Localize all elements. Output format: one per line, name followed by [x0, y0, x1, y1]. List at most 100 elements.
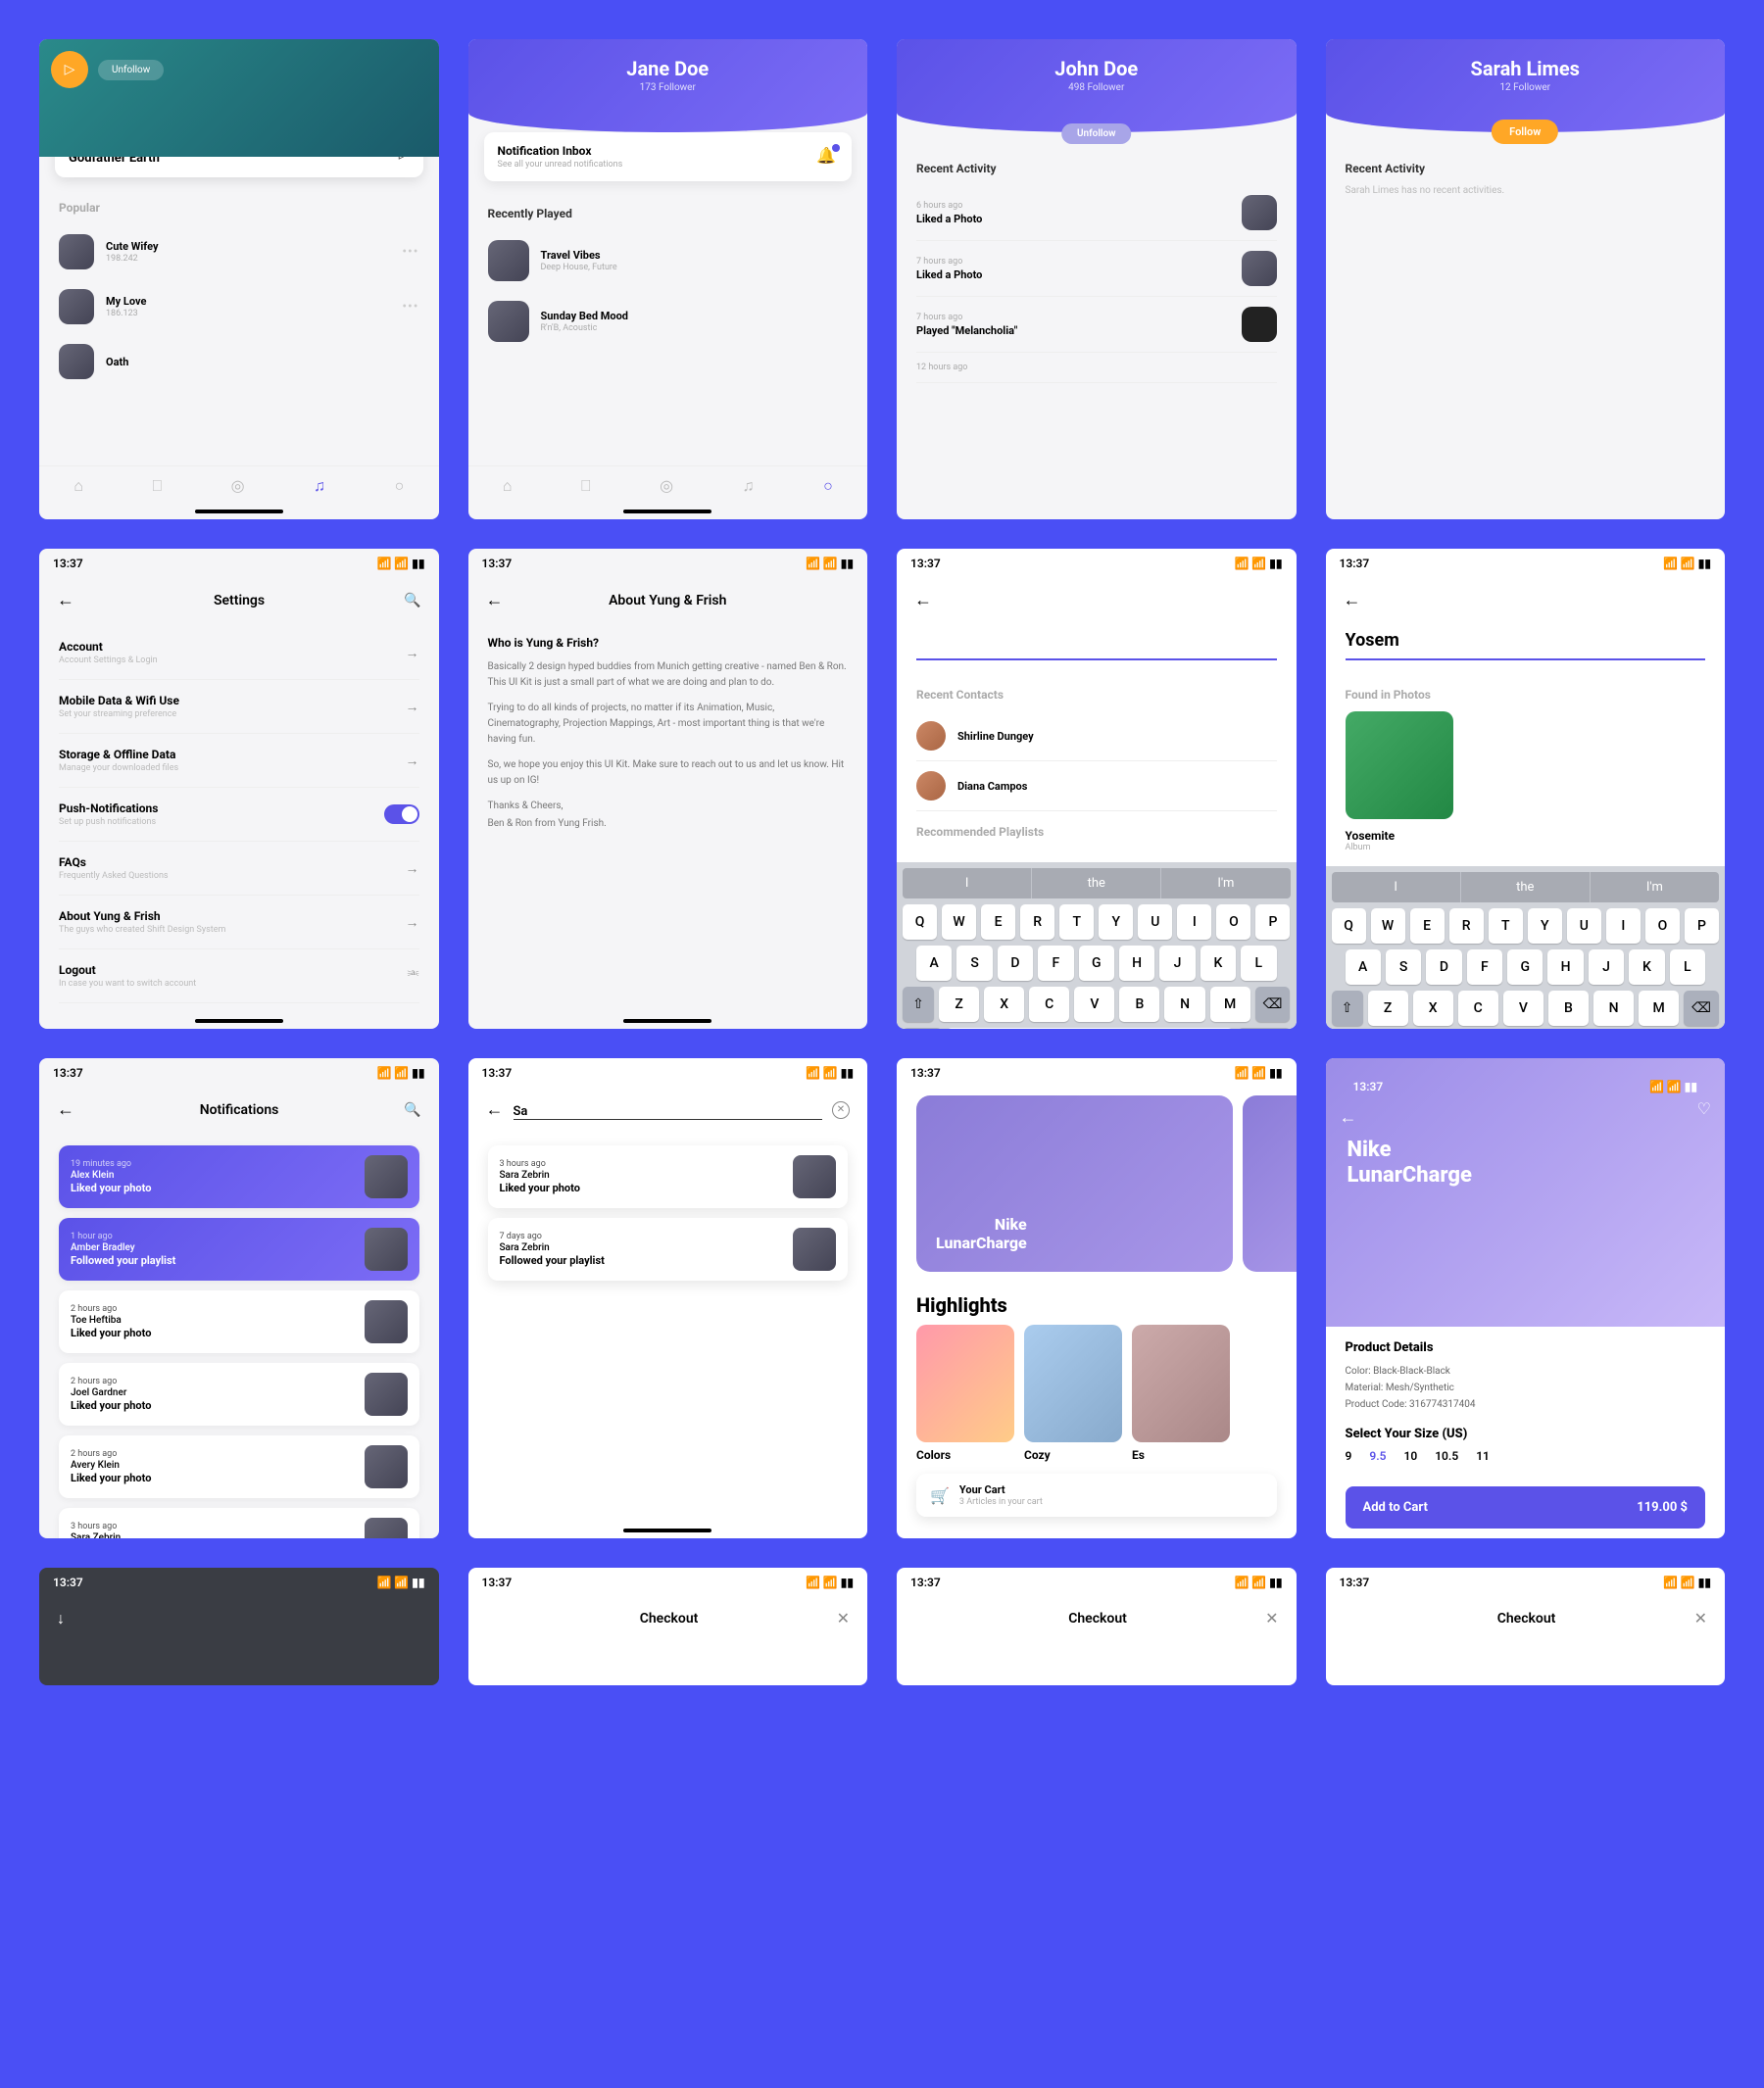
- track-row[interactable]: Sunday Bed MoodR'n'B, Acoustic: [488, 291, 849, 352]
- notification-item[interactable]: 7 days agoSara ZebrinFollowed your playl…: [488, 1218, 849, 1281]
- screen-profile-john: John Doe 498 Follower Unfollow Recent Ac…: [897, 39, 1297, 519]
- unfollow-button[interactable]: Unfollow: [1061, 123, 1132, 144]
- settings-faq[interactable]: FAQsFrequently Asked Questions→: [59, 842, 419, 896]
- home-icon[interactable]: ⌂: [74, 476, 83, 496]
- space-key[interactable]: space: [947, 1028, 1233, 1029]
- profile-icon[interactable]: ○: [395, 476, 405, 496]
- shift-key[interactable]: ⇧: [1332, 991, 1363, 1026]
- song-thumb: [59, 344, 94, 379]
- music-icon[interactable]: ♫: [743, 476, 755, 496]
- product-hero-card[interactable]: NikeLunarCharge: [916, 1095, 1233, 1272]
- search-input[interactable]: [916, 622, 1277, 660]
- settings-storage[interactable]: Storage & Offline DataManage your downlo…: [59, 734, 419, 788]
- recently-played-heading: Recently Played: [488, 207, 849, 220]
- size-option[interactable]: 10: [1403, 1449, 1417, 1463]
- avatar: [916, 771, 946, 801]
- home-icon[interactable]: ⌂: [503, 476, 513, 496]
- heart-icon[interactable]: ♡: [1697, 1099, 1711, 1118]
- status-bar: 13:37📶 📶 ▮▮: [39, 549, 439, 578]
- song-row[interactable]: My Love186.123•••: [59, 279, 419, 334]
- result-thumb[interactable]: [1346, 711, 1453, 819]
- notification-item[interactable]: 3 hours agoSara ZebrinLiked your photo: [59, 1508, 419, 1538]
- notif-thumb: [365, 1300, 408, 1343]
- play-button[interactable]: ▷: [51, 51, 88, 88]
- header: Checkout✕: [468, 1597, 868, 1639]
- search-icon[interactable]: 🔍: [404, 1102, 420, 1118]
- number-key[interactable]: 123: [903, 1028, 942, 1029]
- push-toggle[interactable]: [384, 804, 419, 824]
- settings-account[interactable]: AccountAccount Settings & Login→: [59, 626, 419, 680]
- profile-icon[interactable]: ○: [823, 476, 833, 496]
- size-option[interactable]: 10.5: [1435, 1449, 1458, 1463]
- activity-row[interactable]: 7 hours agoPlayed "Melancholia": [916, 297, 1277, 353]
- music-icon[interactable]: ♫: [314, 476, 325, 496]
- recent-activity-heading: Recent Activity: [916, 162, 1277, 175]
- search-input[interactable]: [514, 1104, 823, 1120]
- download-icon[interactable]: ↓: [57, 1609, 65, 1628]
- notification-item[interactable]: 2 hours agoToe HeftibaLiked your photo: [59, 1290, 419, 1353]
- size-option[interactable]: 9: [1346, 1449, 1352, 1463]
- about-heading: Who is Yung & Frish?: [488, 636, 849, 650]
- activity-row[interactable]: 12 hours ago: [916, 353, 1277, 383]
- header: ←Notifications🔍: [39, 1088, 439, 1132]
- home-indicator: [195, 510, 283, 513]
- camera-icon[interactable]: ◎: [660, 476, 673, 496]
- settings-about[interactable]: About Yung & FrishThe guys who created S…: [59, 896, 419, 949]
- song-row[interactable]: Cute Wifey198.242•••: [59, 224, 419, 279]
- home-indicator: [623, 1529, 711, 1532]
- notification-item[interactable]: 3 hours agoSara ZebrinLiked your photo: [488, 1145, 849, 1208]
- highlight-card[interactable]: Cozy: [1024, 1325, 1122, 1462]
- shift-key[interactable]: ⇧: [903, 987, 934, 1022]
- screen-checkout-partial: 13:37📶 📶 ▮▮ Checkout✕: [468, 1568, 868, 1685]
- close-icon[interactable]: ✕: [1265, 1609, 1278, 1627]
- activity-row[interactable]: 7 hours agoLiked a Photo: [916, 241, 1277, 297]
- close-icon[interactable]: ✕: [837, 1609, 850, 1627]
- chat-icon[interactable]: ⎕: [581, 476, 591, 496]
- track-row[interactable]: Travel VibesDeep House, Future: [488, 230, 849, 291]
- contact-row[interactable]: Diana Campos: [916, 761, 1277, 811]
- contact-row[interactable]: Shirline Dungey: [916, 711, 1277, 761]
- highlight-card[interactable]: Colors: [916, 1325, 1014, 1462]
- product-hero-card[interactable]: [1243, 1095, 1296, 1272]
- cart-bar[interactable]: 🛒 Your Cart3 Articles in your cart: [916, 1474, 1277, 1517]
- back-icon[interactable]: ←: [1340, 1107, 1357, 1128]
- status-bar: 13:37📶 📶 ▮▮: [1326, 1568, 1726, 1597]
- back-icon[interactable]: ←: [1344, 590, 1361, 610]
- search-icon[interactable]: 🔍: [404, 593, 420, 608]
- back-icon[interactable]: ←: [486, 590, 504, 610]
- back-icon[interactable]: ←: [914, 590, 932, 610]
- activity-row[interactable]: 6 hours agoLiked a Photo: [916, 185, 1277, 241]
- backspace-key[interactable]: ⌫: [1684, 991, 1719, 1026]
- tab-bar: ⌂ ⎕ ◎ ♫ ○: [39, 465, 439, 506]
- unfollow-button[interactable]: Unfollow: [98, 60, 164, 80]
- more-icon[interactable]: •••: [402, 244, 418, 260]
- backspace-key[interactable]: ⌫: [1255, 987, 1291, 1022]
- return-key[interactable]: return: [1238, 1028, 1291, 1029]
- home-indicator: [195, 1019, 283, 1023]
- notification-item[interactable]: 1 hour agoAmber BradleyFollowed your pla…: [59, 1218, 419, 1281]
- camera-icon[interactable]: ◎: [231, 476, 245, 496]
- notification-item[interactable]: 2 hours agoAvery KleinLiked your photo: [59, 1435, 419, 1498]
- highlight-card[interactable]: Es: [1132, 1325, 1230, 1462]
- song-row[interactable]: Oath: [59, 334, 419, 389]
- header: Checkout✕: [1326, 1597, 1726, 1639]
- recent-contacts-heading: Recent Contacts: [916, 688, 1277, 702]
- settings-push[interactable]: Push-NotificationsSet up push notificati…: [59, 788, 419, 842]
- more-icon[interactable]: •••: [402, 299, 418, 315]
- clear-icon[interactable]: ✕: [832, 1101, 850, 1119]
- size-option[interactable]: 11: [1476, 1449, 1490, 1463]
- back-icon[interactable]: ←: [57, 1099, 74, 1120]
- back-icon[interactable]: ←: [486, 1099, 504, 1120]
- notification-inbox-card[interactable]: Notification InboxSee all your unread no…: [484, 132, 853, 181]
- notification-item[interactable]: 19 minutes agoAlex KleinLiked your photo: [59, 1145, 419, 1208]
- chat-icon[interactable]: ⎕: [152, 476, 162, 496]
- follow-button[interactable]: Follow: [1492, 120, 1558, 144]
- notification-item[interactable]: 2 hours agoJoel GardnerLiked your photo: [59, 1363, 419, 1426]
- close-icon[interactable]: ✕: [1694, 1609, 1707, 1627]
- back-icon[interactable]: ←: [57, 590, 74, 610]
- settings-logout[interactable]: LogoutIn case you want to switch account…: [59, 949, 419, 1003]
- add-to-cart-button[interactable]: Add to Cart119.00 $: [1346, 1486, 1706, 1529]
- size-option[interactable]: 9.5: [1369, 1449, 1386, 1463]
- search-input[interactable]: [1346, 622, 1706, 660]
- settings-data[interactable]: Mobile Data & Wifi UseSet your streaming…: [59, 680, 419, 734]
